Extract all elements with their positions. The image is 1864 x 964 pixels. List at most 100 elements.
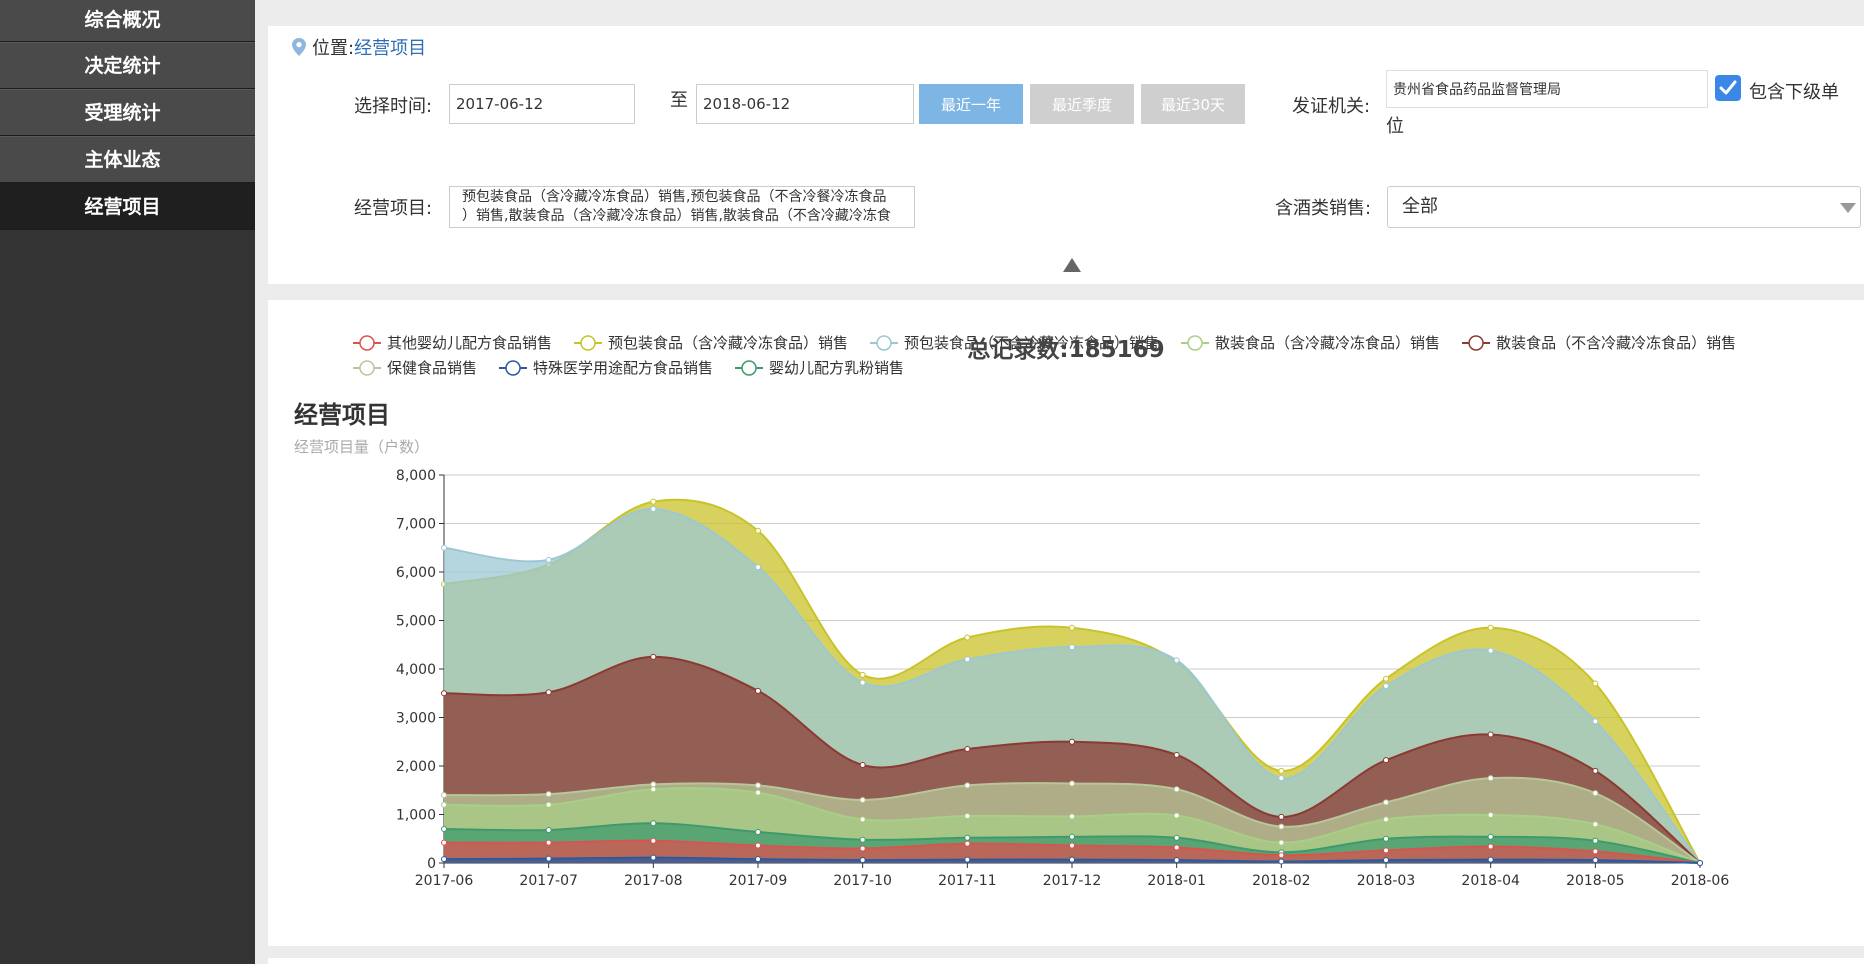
data-point <box>650 820 657 827</box>
location-pin-icon <box>292 38 306 56</box>
data-point <box>1487 624 1494 631</box>
alcohol-select-value: 全部 <box>1402 196 1438 217</box>
end-date-input[interactable] <box>696 84 914 124</box>
x-tick-label: 2018-06 <box>1671 873 1730 889</box>
data-point <box>1173 786 1180 793</box>
last-quarter-button[interactable]: 最近季度 <box>1030 84 1134 124</box>
data-point <box>964 656 971 663</box>
next-panel-edge <box>268 958 1864 964</box>
data-point <box>1278 858 1285 865</box>
x-tick-label: 2017-06 <box>415 873 474 889</box>
data-point <box>545 791 552 798</box>
project-value-line-1: 预包装食品（含冷藏冷冻食品）销售,预包装食品（不含冷餐冷冻食品 <box>462 189 887 205</box>
data-point <box>1592 821 1599 828</box>
data-point <box>1592 848 1599 855</box>
data-point <box>545 855 552 862</box>
data-point <box>1592 680 1599 687</box>
data-point <box>1383 675 1389 682</box>
breadcrumb-prefix: 位置: <box>312 38 355 59</box>
data-point <box>1487 731 1494 738</box>
data-point <box>441 690 447 697</box>
data-point <box>650 498 657 505</box>
data-point <box>755 687 761 694</box>
data-point <box>1173 812 1180 819</box>
data-point <box>1487 775 1494 782</box>
data-point <box>1173 751 1180 758</box>
area-chart: 0 1,000 2,000 3,000 4,000 5,000 6,000 7,000 8,00… <box>353 334 1736 889</box>
data-point <box>1592 857 1599 864</box>
total-records-value: 185169 <box>1068 337 1165 363</box>
data-point <box>1278 852 1285 859</box>
data-point <box>964 812 971 819</box>
chart-y-axis-title: 经营项目量（户数） <box>294 438 430 456</box>
data-point <box>859 836 866 843</box>
y-tick-label: 7,000 <box>396 517 436 533</box>
data-point <box>441 801 447 808</box>
breadcrumb: 位置: 经营项目 <box>292 34 426 60</box>
data-point <box>650 781 657 788</box>
data-point <box>545 839 552 846</box>
data-point <box>1069 624 1075 631</box>
data-point <box>545 827 552 834</box>
x-tick-label: 2018-01 <box>1147 873 1206 889</box>
data-point <box>1069 738 1075 745</box>
data-point <box>441 792 447 799</box>
include-subordinates-label: 包含下级单 <box>1749 82 1839 103</box>
data-point <box>964 840 971 847</box>
x-tick-label: 2018-04 <box>1461 873 1520 889</box>
data-point <box>1069 856 1075 863</box>
data-point <box>1383 682 1389 689</box>
data-point <box>964 634 971 641</box>
sidebar-item-overview[interactable]: 综合概况 <box>0 0 255 42</box>
data-point <box>1487 647 1494 654</box>
sidebar-item-business-types[interactable]: 主体业态 <box>0 136 255 183</box>
alcohol-label: 含酒类销售: <box>1275 198 1372 219</box>
y-tick-label: 1,000 <box>396 808 436 824</box>
data-point <box>1383 816 1389 823</box>
sidebar-item-decisions[interactable]: 决定统计 <box>0 42 255 89</box>
data-point <box>755 842 761 849</box>
chart-panel: 0 1,000 2,000 3,000 4,000 5,000 6,000 7,000 8,00… <box>268 300 1864 946</box>
x-tick-label: 2018-05 <box>1566 873 1625 889</box>
last-year-button[interactable]: 最近一年 <box>919 84 1023 124</box>
data-point <box>1487 856 1494 863</box>
include-subordinates-checkbox[interactable] <box>1715 75 1741 101</box>
breadcrumb-current[interactable]: 经营项目 <box>354 34 426 60</box>
data-point <box>1383 857 1389 864</box>
sidebar: 综合概况 决定统计 受理统计 主体业态 经营项目 <box>0 0 255 964</box>
data-point <box>650 837 657 844</box>
last-30-days-button[interactable]: 最近30天 <box>1141 84 1245 124</box>
collapse-up-icon[interactable] <box>1063 258 1081 272</box>
sidebar-item-business-projects[interactable]: 经营项目 <box>0 183 255 230</box>
x-tick-label: 2017-12 <box>1043 873 1102 889</box>
sidebar-item-acceptance[interactable]: 受理统计 <box>0 89 255 136</box>
data-point <box>755 789 761 796</box>
data-point <box>1278 813 1285 820</box>
data-point <box>755 856 761 863</box>
data-point <box>859 816 866 823</box>
data-point <box>1592 718 1599 725</box>
data-point <box>545 689 552 696</box>
data-point <box>1069 842 1075 849</box>
data-point <box>1383 847 1389 854</box>
data-point <box>1278 767 1285 774</box>
agency-input[interactable] <box>1386 70 1708 108</box>
chevron-down-icon <box>1840 203 1856 213</box>
data-point <box>650 653 657 660</box>
data-point <box>859 845 866 852</box>
project-multiselect[interactable]: 预包装食品（含冷藏冷冻食品）销售,预包装食品（不含冷餐冷冻食品 ）销售,散装食品… <box>449 186 915 228</box>
data-point <box>1069 833 1075 840</box>
data-point <box>545 556 552 563</box>
data-point <box>441 544 447 551</box>
x-tick-label: 2017-11 <box>938 873 997 889</box>
filter-panel: 位置: 经营项目 选择时间: 至 最近一年 最近季度 最近30天 发证机关: 包… <box>268 26 1864 284</box>
alcohol-select[interactable]: 全部 <box>1387 186 1861 228</box>
x-tick-label: 2017-08 <box>624 873 683 889</box>
x-tick-label: 2018-03 <box>1357 873 1416 889</box>
data-point <box>859 796 866 803</box>
start-date-input[interactable] <box>449 84 635 124</box>
data-point <box>755 527 761 534</box>
y-tick-label: 5,000 <box>396 614 436 630</box>
data-point <box>1173 834 1180 841</box>
data-point <box>1487 811 1494 818</box>
